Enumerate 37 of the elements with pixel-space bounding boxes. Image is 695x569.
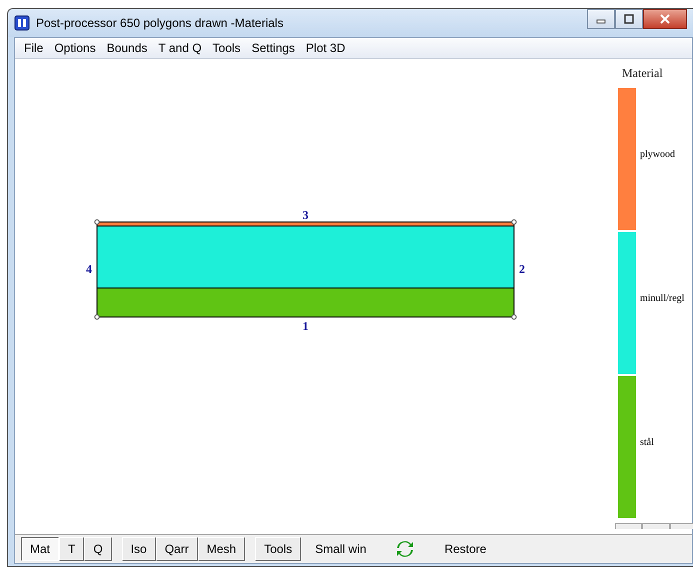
legend-label: minull/regl bbox=[640, 292, 684, 304]
menu-item[interactable]: File bbox=[19, 41, 48, 55]
tool-button[interactable]: Q bbox=[84, 537, 112, 561]
node-marker bbox=[511, 314, 517, 320]
tool-button[interactable]: Small win bbox=[301, 542, 380, 556]
minimize-button[interactable] bbox=[587, 9, 615, 29]
tool-button[interactable]: T bbox=[59, 537, 84, 561]
legend-label: plywood bbox=[640, 148, 675, 160]
tool-button[interactable]: Mesh bbox=[198, 537, 246, 561]
maximize-icon bbox=[623, 14, 635, 24]
node-marker bbox=[94, 314, 100, 320]
node-marker bbox=[511, 219, 517, 225]
menu-item[interactable]: Options bbox=[49, 41, 101, 55]
tool-button[interactable]: Restore bbox=[430, 542, 500, 556]
scrollbar[interactable] bbox=[615, 523, 693, 529]
tool-button[interactable]: Iso bbox=[122, 537, 156, 561]
menu-item[interactable]: Bounds bbox=[102, 41, 152, 55]
tool-button[interactable]: Mat bbox=[21, 537, 60, 561]
legend-title: Material bbox=[622, 66, 664, 81]
menu-item[interactable]: Settings bbox=[246, 41, 300, 55]
edge-label: 4 bbox=[86, 262, 92, 276]
window-title: Post-processor 650 polygons drawn -Materials bbox=[36, 16, 284, 30]
close-icon bbox=[659, 14, 671, 24]
edge-label: 3 bbox=[302, 208, 308, 222]
tool-button[interactable]: Tools bbox=[255, 537, 302, 561]
maximize-button[interactable] bbox=[615, 9, 643, 29]
refresh-icon[interactable] bbox=[396, 540, 414, 558]
tool-button[interactable]: Qarr bbox=[156, 537, 198, 561]
node-marker bbox=[94, 219, 100, 225]
menu-item[interactable]: T and Q bbox=[153, 41, 207, 55]
close-button[interactable] bbox=[643, 9, 687, 29]
app-icon bbox=[14, 15, 30, 31]
edge-label: 1 bbox=[302, 319, 308, 333]
menu-item[interactable]: Tools bbox=[208, 41, 246, 55]
edge-label: 2 bbox=[519, 262, 525, 276]
legend-label: stål bbox=[640, 436, 654, 448]
menu-item[interactable]: Plot 3D bbox=[300, 41, 350, 55]
